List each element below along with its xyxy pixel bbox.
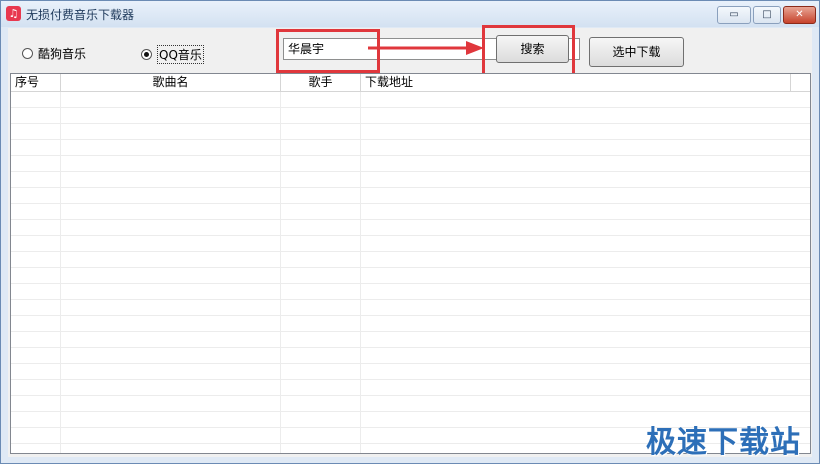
maximize-icon: □ (762, 9, 772, 20)
window-title: 无损付费音乐下载器 (26, 8, 135, 22)
close-button[interactable]: ✕ (783, 6, 816, 24)
minimize-icon: ▭ (729, 9, 739, 20)
column-header-song[interactable]: 歌曲名 (61, 74, 281, 91)
column-header-index[interactable]: 序号 (11, 74, 61, 91)
highlight-box-search (482, 25, 575, 78)
radio-circle-icon (22, 48, 33, 59)
highlight-box-input (276, 29, 380, 73)
radio-label: 酷狗音乐 (38, 47, 87, 61)
music-note-icon: ♫ (6, 6, 21, 21)
app-window: ♫ 无损付费音乐下载器 ▭ □ ✕ 酷狗音乐 QQ音乐 华晨宇 搜索 选中下载 … (0, 0, 820, 464)
arrow-right-icon (368, 41, 484, 55)
title-bar[interactable]: ♫ 无损付费音乐下载器 ▭ □ ✕ (1, 1, 819, 27)
radio-label: QQ音乐 (157, 45, 204, 64)
column-header-url[interactable]: 下载地址 (361, 74, 791, 91)
table-header: 序号 歌曲名 歌手 下载地址 (11, 74, 810, 92)
minimize-button[interactable]: ▭ (717, 6, 751, 24)
watermark-text: 极速下载站 (646, 425, 801, 460)
download-selected-button[interactable]: 选中下载 (589, 37, 684, 67)
radio-kugou-music[interactable]: 酷狗音乐 (22, 45, 86, 62)
column-header-artist[interactable]: 歌手 (281, 74, 361, 91)
table-body[interactable] (11, 92, 810, 453)
radio-checked-icon (141, 49, 152, 60)
close-icon: ✕ (795, 9, 804, 20)
client-area: 酷狗音乐 QQ音乐 华晨宇 搜索 选中下载 序号 歌曲名 歌手 下载地址 (8, 25, 812, 457)
results-table[interactable]: 序号 歌曲名 歌手 下载地址 (10, 73, 811, 454)
column-header-filler (791, 74, 810, 91)
maximize-button[interactable]: □ (753, 6, 781, 24)
radio-qq-music[interactable]: QQ音乐 (141, 45, 204, 64)
